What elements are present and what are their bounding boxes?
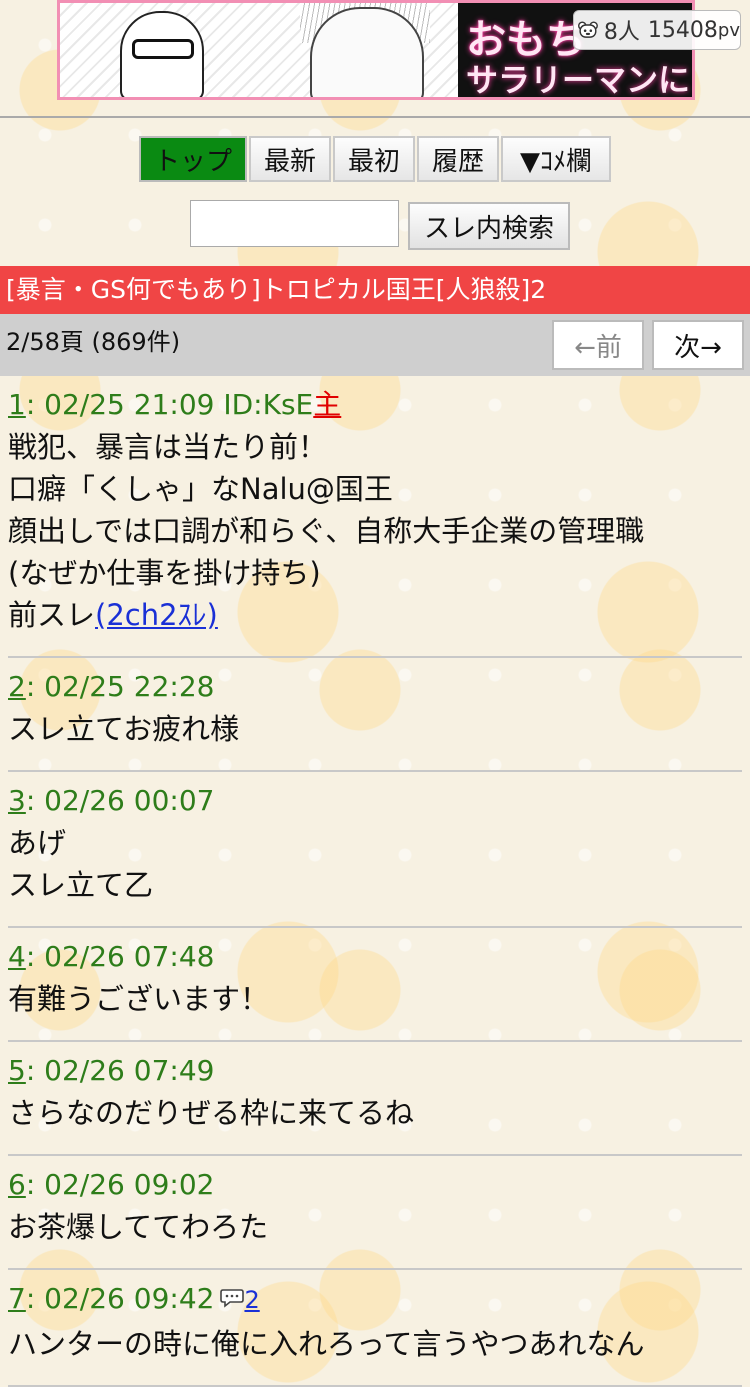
post-line: 口癖「くしゃ」なNalu@国王	[8, 472, 393, 506]
post-item: 4: 02/26 07:48 有難うございます！	[8, 928, 742, 1042]
post-header: 1: 02/25 21:09 ID:KsE主	[8, 384, 742, 426]
post-meta: : 02/25 22:28	[25, 670, 215, 703]
post-header: 5: 02/26 07:49	[8, 1050, 742, 1092]
bear-icon	[578, 21, 598, 38]
post-number-link[interactable]: 7	[8, 1282, 26, 1315]
post-meta: : 02/26 09:42	[25, 1282, 215, 1315]
post-number-link[interactable]: 3	[8, 784, 26, 817]
post-line: スレ立て乙	[8, 868, 154, 902]
ad-manga-art	[60, 3, 458, 97]
post-header: 7: 02/26 09:42 2	[8, 1278, 742, 1323]
thread-search-button[interactable]: スレ内検索	[408, 202, 570, 250]
visitor-stats: 8人 15408 pv	[573, 10, 741, 50]
post-line: 戦犯、暴言は当たり前！	[8, 430, 328, 464]
post-body: スレ立てお疲れ様	[8, 708, 742, 770]
post-item: 2: 02/25 22:28 スレ立てお疲れ様	[8, 658, 742, 772]
post-item: 3: 02/26 00:07 あげ スレ立て乙	[8, 772, 742, 928]
post-item: 5: 02/26 07:49 さらなのだりぜる枠に来てるね	[8, 1042, 742, 1156]
post-number-link[interactable]: 4	[8, 940, 26, 973]
pageview-count: 15408	[647, 17, 718, 43]
owner-mark[interactable]: 主	[313, 388, 341, 421]
post-body: あげ スレ立て乙	[8, 822, 742, 926]
post-item: 7: 02/26 09:42 2 ハンターの時に俺に入れろって言うやつあれなん	[8, 1270, 742, 1387]
post-list: 1: 02/25 21:09 ID:KsE主 戦犯、暴言は当たり前！ 口癖「くし…	[0, 376, 750, 1387]
post-header: 6: 02/26 09:02	[8, 1164, 742, 1206]
post-header: 2: 02/25 22:28	[8, 666, 742, 708]
speech-bubble-icon	[220, 1289, 245, 1308]
page-info: 2/58頁 (869件)	[6, 328, 181, 356]
post-line: 前スレ(2ch2ｽﾚ)	[8, 594, 742, 636]
prev-thread-link[interactable]: (2ch2ｽﾚ)	[95, 598, 218, 632]
nav-comment-button[interactable]: ▼ｺﾒ欄	[501, 136, 611, 182]
post-header: 4: 02/26 07:48	[8, 936, 742, 978]
nav-top-button[interactable]: トップ	[139, 136, 247, 182]
post-line: お茶爆しててわろた	[8, 1210, 269, 1244]
next-page-button[interactable]: 次→	[652, 320, 744, 370]
prev-page-button[interactable]: ←前	[552, 320, 644, 370]
post-line: あげ	[8, 826, 67, 860]
post-meta: : 02/26 07:48	[25, 940, 215, 973]
post-number-link[interactable]: 6	[8, 1168, 26, 1201]
pageview-unit: pv	[717, 19, 740, 41]
post-meta: : 02/25 21:09 ID:KsE	[25, 388, 314, 421]
post-body: 有難うございます！	[8, 978, 742, 1040]
post-number-link[interactable]: 2	[8, 670, 26, 703]
post-line: スレ立てお疲れ様	[8, 712, 240, 746]
nav-history-button[interactable]: 履歴	[417, 136, 499, 182]
post-number-link[interactable]: 1	[8, 388, 26, 421]
online-users: 8人	[603, 20, 640, 45]
post-body: ハンターの時に俺に入れろって言うやつあれなん	[8, 1323, 742, 1385]
post-body: 戦犯、暴言は当たり前！ 口癖「くしゃ」なNalu@国王 顔出しでは口調が和らぐ、…	[8, 426, 742, 656]
post-line: さらなのだりぜる枠に来てるね	[8, 1096, 415, 1130]
post-line: (なぜか仕事を掛け持ち)	[8, 556, 321, 590]
post-item: 6: 02/26 09:02 お茶爆しててわろた	[8, 1156, 742, 1270]
nav-latest-button[interactable]: 最新	[249, 136, 331, 182]
post-line: ハンターの時に俺に入れろって言うやつあれなん	[8, 1327, 645, 1361]
nav-bar: トップ 最新 最初 履歴 ▼ｺﾒ欄	[139, 136, 613, 182]
post-number-link[interactable]: 5	[8, 1054, 26, 1087]
divider	[0, 116, 750, 118]
nav-first-button[interactable]: 最初	[333, 136, 415, 182]
reply-indicator[interactable]: 2	[220, 1286, 260, 1314]
thread-title: [暴言・GS何でもあり]トロピカル国王[人狼殺]2	[0, 266, 750, 314]
post-meta: : 02/26 07:49	[25, 1054, 215, 1087]
post-line: 有難うございます！	[8, 982, 270, 1016]
post-line: 顔出しでは口調が和らぐ、自称大手企業の管理職	[8, 514, 645, 548]
post-body: お茶爆しててわろた	[8, 1206, 742, 1268]
reply-count[interactable]: 2	[244, 1286, 259, 1314]
post-body: さらなのだりぜる枠に来てるね	[8, 1092, 742, 1154]
post-meta: : 02/26 00:07	[25, 784, 215, 817]
prev-thread-label: 前スレ	[8, 598, 96, 632]
post-header: 3: 02/26 00:07	[8, 780, 742, 822]
post-meta: : 02/26 09:02	[25, 1168, 215, 1201]
post-item: 1: 02/25 21:09 ID:KsE主 戦犯、暴言は当たり前！ 口癖「くし…	[8, 376, 742, 658]
pager-bar: 2/58頁 (869件) ←前 次→	[0, 314, 750, 376]
ad-subline: サラリーマンに	[466, 61, 691, 99]
thread-search-input[interactable]	[190, 200, 399, 247]
